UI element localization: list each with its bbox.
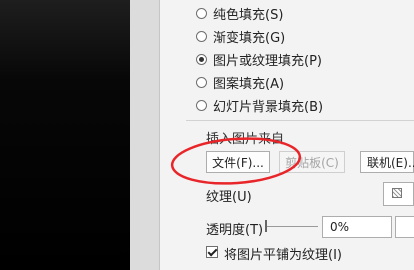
transparency-label: 透明度(T) [206,223,264,238]
fill-option-picture-texture[interactable]: 图片或纹理填充(P) [196,49,322,69]
texture-dropdown[interactable] [383,182,414,206]
fill-option-solid[interactable]: 纯色填充(S) [196,3,283,23]
tile-label: 将图片平铺为纹理(I) [224,248,342,263]
slide-preview-area [0,0,130,270]
online-button[interactable]: 联机(E)... [360,151,414,173]
file-button[interactable]: 文件(F)... [206,151,270,173]
fill-option-label: 图案填充(A) [213,76,285,92]
radio-button[interactable] [196,30,207,42]
radio-button[interactable] [196,99,207,111]
transparency-spinner[interactable] [395,216,414,238]
pane-scroll-edge [130,0,160,270]
section-divider [186,120,414,121]
fill-option-label: 图片或纹理填充(P) [213,53,322,69]
fill-option-slide-background[interactable]: 幻灯片背景填充(B) [196,95,323,115]
insert-picture-from-label: 插入图片来自 [206,132,285,147]
texture-swatch-icon [392,188,402,198]
fill-option-label: 纯色填充(S) [213,7,284,23]
transparency-slider-thumb[interactable] [265,220,267,232]
clipboard-button[interactable]: 剪贴板(C) [279,151,345,173]
transparency-slider[interactable] [266,226,318,227]
fill-option-label: 幻灯片背景填充(B) [213,99,324,115]
radio-button[interactable] [196,7,207,19]
tile-checkbox[interactable] [206,246,218,258]
fill-option-pattern[interactable]: 图案填充(A) [196,72,284,92]
transparency-input[interactable]: 0% [322,216,392,238]
radio-button-selected[interactable] [196,53,207,65]
texture-label: 纹理(U) [206,190,252,205]
radio-button[interactable] [196,76,207,88]
fill-option-gradient[interactable]: 渐变填充(G) [196,26,285,46]
fill-option-label: 渐变填充(G) [213,30,286,46]
